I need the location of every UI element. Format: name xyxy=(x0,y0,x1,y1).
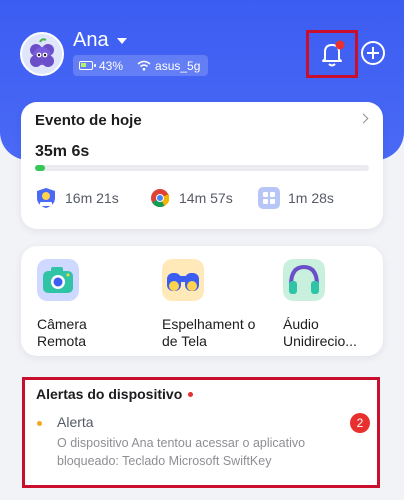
plus-icon xyxy=(367,47,379,59)
device-status: 43% asus_5g xyxy=(73,55,208,76)
alert-count-badge: 2 xyxy=(350,413,370,433)
feature-label: Câmera Remota xyxy=(37,316,87,349)
card-title: Evento de hoje xyxy=(35,112,142,129)
add-device-button[interactable] xyxy=(361,41,385,65)
chevron-right-icon[interactable] xyxy=(358,113,369,124)
alert-dot xyxy=(37,421,42,426)
feature-label: Áudio Unidirecio... xyxy=(283,316,357,349)
app-usage-item[interactable]: 16m 21s xyxy=(35,187,119,209)
avatar[interactable] xyxy=(20,32,64,76)
device-alerts-section[interactable]: Alertas do dispositivo Alerta O disposit… xyxy=(22,377,380,488)
app-usage-item[interactable]: 14m 57s xyxy=(149,187,233,209)
app-usage-item[interactable]: 1m 28s xyxy=(258,187,334,209)
feature-screen-mirroring[interactable]: Espelhament o de Tela xyxy=(162,259,272,350)
feature-remote-camera[interactable]: Câmera Remota xyxy=(37,259,147,350)
alerts-title-text: Alertas do dispositivo xyxy=(36,386,183,402)
feature-one-way-audio[interactable]: Áudio Unidirecio... xyxy=(283,259,393,350)
app-grid-icon xyxy=(258,187,280,209)
wifi-name: asus_5g xyxy=(155,58,201,73)
user-switcher[interactable]: Ana xyxy=(73,29,127,52)
alert-item-text: O dispositivo Ana tentou acessar o aplic… xyxy=(57,436,306,468)
alerts-title: Alertas do dispositivo xyxy=(36,386,194,402)
usage-progress-bar xyxy=(35,165,369,171)
bell-icon xyxy=(322,40,345,67)
unread-dot xyxy=(188,391,194,397)
camera-icon xyxy=(37,259,79,301)
headphones-icon xyxy=(283,259,325,301)
caret-down-icon xyxy=(116,37,127,44)
alert-item-title: Alerta xyxy=(57,414,94,430)
user-name: Ana xyxy=(73,29,109,51)
feature-label: Espelhament o de Tela xyxy=(162,316,256,349)
wifi-icon xyxy=(137,60,151,71)
today-event-card[interactable]: Evento de hoje 35m 6s 16m 21s 14m 57s 1m… xyxy=(21,102,383,229)
binoculars-icon xyxy=(162,259,204,301)
chrome-icon xyxy=(149,187,171,209)
app-usage-time: 14m 57s xyxy=(179,190,233,206)
grape-avatar-icon xyxy=(22,34,62,74)
app-usage-time: 1m 28s xyxy=(288,190,334,206)
battery-level: 43% xyxy=(99,58,124,73)
features-card: Câmera Remota Espelhament o de Tela Áudi… xyxy=(21,246,383,356)
kids-shield-icon xyxy=(35,187,57,209)
battery-icon xyxy=(79,61,96,70)
usage-progress-fill xyxy=(35,165,46,171)
total-time: 35m 6s xyxy=(35,143,90,160)
notifications-button[interactable] xyxy=(306,30,358,78)
app-usage-time: 16m 21s xyxy=(65,190,119,206)
